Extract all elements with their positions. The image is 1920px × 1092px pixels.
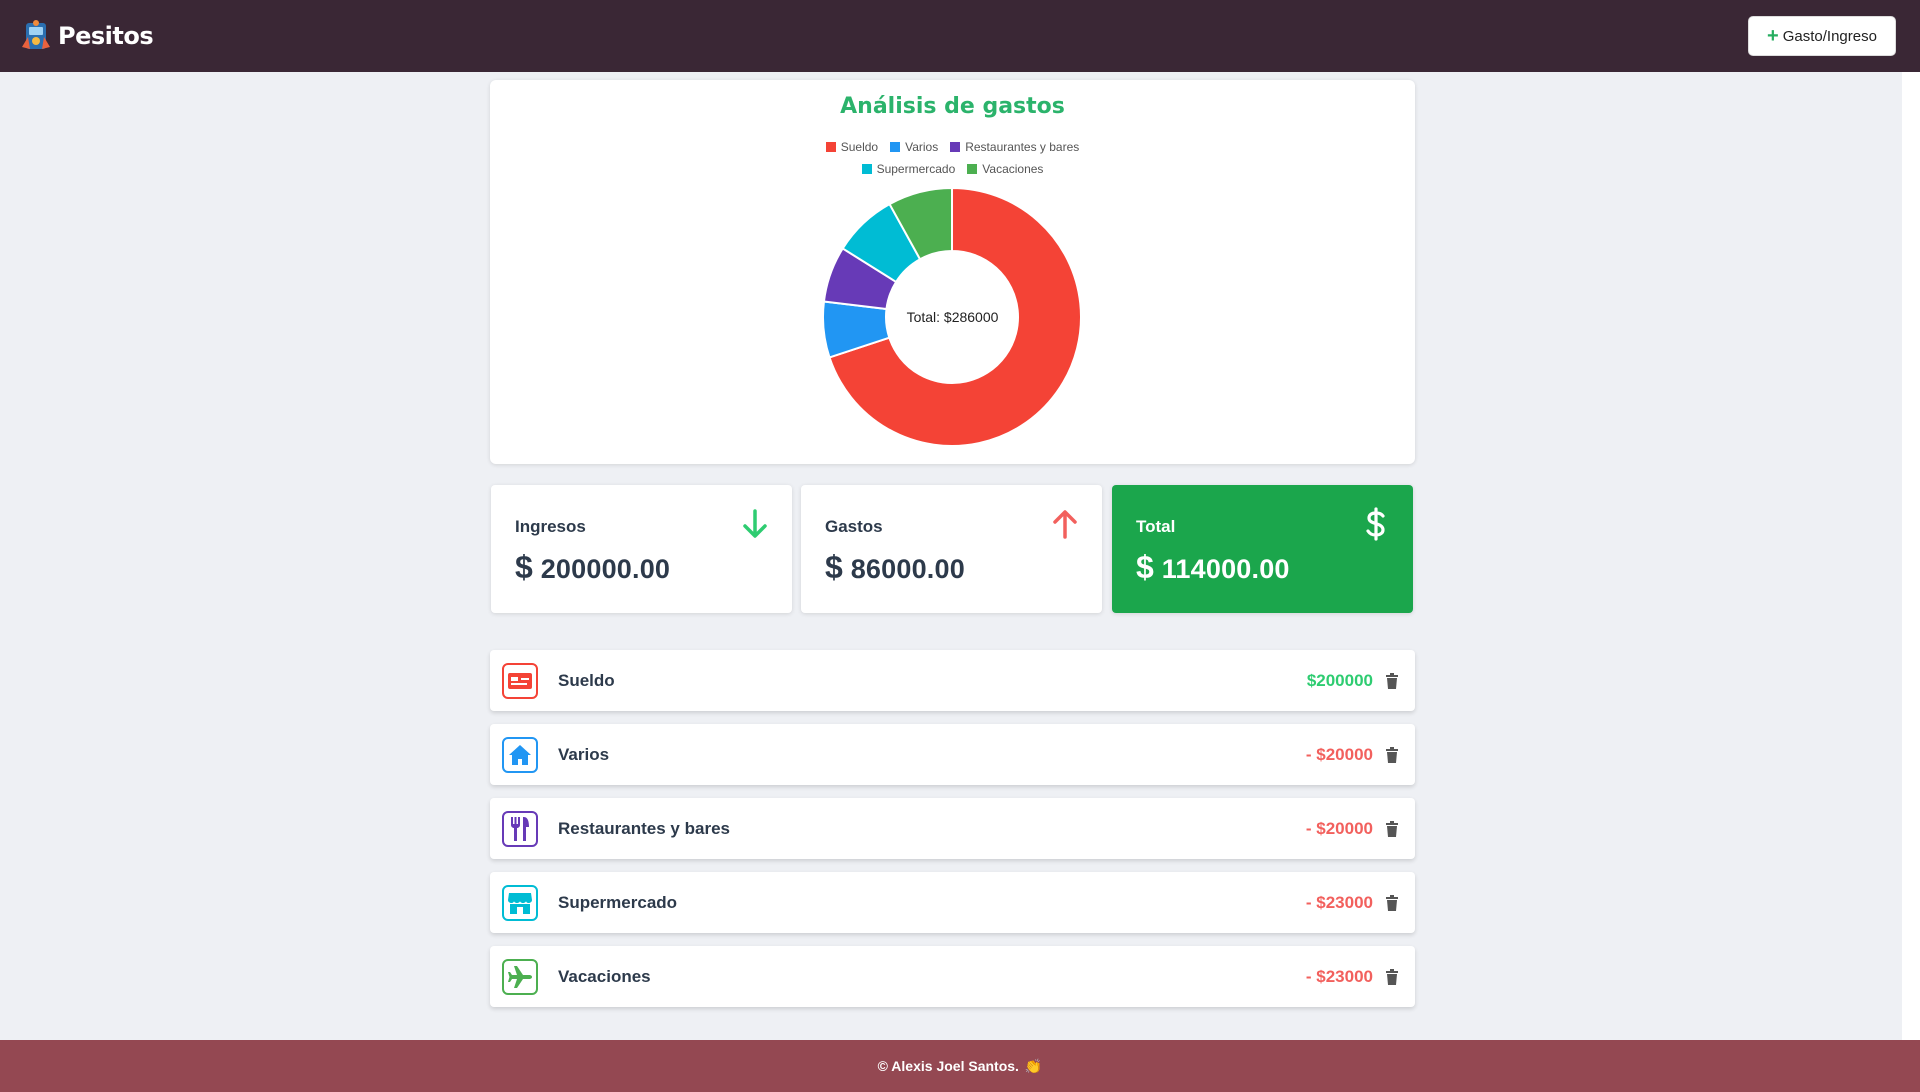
expense-summary-card: Gastos $ 86000.00 bbox=[801, 485, 1102, 613]
transaction-row[interactable]: Supermercado - $23000 bbox=[490, 872, 1415, 933]
chart-center-total: Total: $286000 bbox=[906, 309, 999, 325]
transaction-row[interactable]: Sueldo $200000 bbox=[490, 650, 1415, 711]
store-icon bbox=[502, 884, 538, 921]
transaction-amount: - $20000 bbox=[1305, 744, 1373, 764]
income-currency: $ bbox=[515, 549, 533, 585]
cutlery-icon bbox=[502, 810, 538, 847]
transaction-name: Vacaciones bbox=[558, 966, 651, 986]
total-currency: $ bbox=[1136, 549, 1154, 585]
trash-icon[interactable] bbox=[1385, 968, 1399, 985]
chart-card: Análisis de gastos Sueldo Varios Restauran… bbox=[490, 80, 1415, 464]
card-icon bbox=[502, 662, 538, 699]
expense-value: $ 86000.00 bbox=[825, 549, 1078, 586]
income-label: Ingresos bbox=[515, 517, 586, 536]
total-summary-card: Total $ 114000.00 bbox=[1112, 485, 1413, 613]
transaction-name: Supermercado bbox=[558, 892, 678, 912]
total-label: Total bbox=[1136, 517, 1176, 536]
trash-icon[interactable] bbox=[1385, 894, 1399, 911]
logo-icon bbox=[22, 20, 50, 49]
app-header: Pesitos + Gasto/Ingreso bbox=[0, 0, 1920, 72]
app-name: Pesitos bbox=[58, 22, 154, 50]
trash-icon[interactable] bbox=[1385, 672, 1399, 689]
transaction-amount: - $23000 bbox=[1305, 966, 1373, 986]
add-transaction-button[interactable]: + Gasto/Ingreso bbox=[1748, 16, 1896, 56]
home-icon bbox=[502, 736, 538, 773]
arrow-down-icon bbox=[743, 509, 767, 538]
trash-icon[interactable] bbox=[1385, 746, 1399, 763]
transaction-amount: - $20000 bbox=[1305, 818, 1373, 838]
total-value: $ 114000.00 bbox=[1136, 549, 1389, 586]
plus-icon: + bbox=[1767, 25, 1779, 47]
transaction-row[interactable]: Varios - $20000 bbox=[490, 724, 1415, 785]
transaction-amount: $200000 bbox=[1306, 670, 1373, 690]
brand[interactable]: Pesitos bbox=[20, 19, 154, 53]
total-amount: 114000.00 bbox=[1161, 554, 1290, 584]
transaction-amount: - $23000 bbox=[1305, 892, 1373, 912]
scrollbar[interactable] bbox=[1902, 72, 1920, 1040]
footer-text: © Alexis Joel Santos. bbox=[877, 1058, 1019, 1074]
transaction-name: Varios bbox=[558, 744, 610, 764]
add-transaction-label: Gasto/Ingreso bbox=[1782, 27, 1877, 45]
clapping-hands-icon: 👏 bbox=[1024, 1057, 1043, 1074]
transaction-name: Sueldo bbox=[558, 670, 615, 690]
arrow-up-icon bbox=[1053, 510, 1077, 539]
donut-chart bbox=[822, 186, 1082, 447]
expense-label: Gastos bbox=[825, 517, 883, 536]
airplane-icon bbox=[502, 958, 538, 995]
trash-icon[interactable] bbox=[1385, 820, 1399, 837]
income-summary-card: Ingresos $ 200000.00 bbox=[491, 485, 792, 613]
footer: © Alexis Joel Santos. 👏 bbox=[0, 1040, 1920, 1092]
income-value: $ 200000.00 bbox=[515, 549, 768, 586]
transaction-name: Restaurantes y bares bbox=[558, 818, 730, 838]
transaction-row[interactable]: Vacaciones - $23000 bbox=[490, 946, 1415, 1007]
expense-currency: $ bbox=[825, 549, 843, 585]
transaction-row[interactable]: Restaurantes y bares - $20000 bbox=[490, 798, 1415, 859]
expense-amount: 86000.00 bbox=[850, 554, 965, 584]
income-amount: 200000.00 bbox=[540, 554, 671, 584]
dollar-icon bbox=[1366, 507, 1385, 541]
